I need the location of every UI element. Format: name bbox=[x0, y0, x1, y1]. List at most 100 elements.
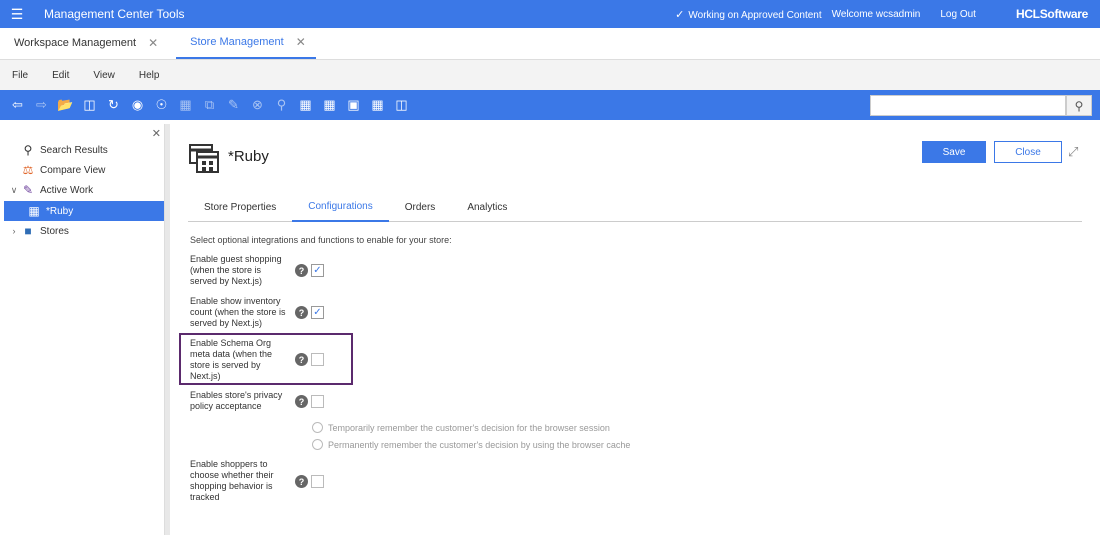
refresh-icon[interactable]: ↻ bbox=[104, 96, 123, 115]
store-calendar-icon[interactable]: ▦ bbox=[296, 96, 315, 115]
radio-label: Temporarily remember the customer's deci… bbox=[328, 422, 610, 433]
close-button[interactable]: Close bbox=[994, 141, 1062, 163]
brand-logo: HCLSoftware bbox=[1015, 7, 1088, 21]
help-icon[interactable]: ? bbox=[295, 264, 308, 277]
option-label: Enable Schema Org meta data (when the st… bbox=[190, 338, 290, 382]
radio-label: Permanently remember the customer's deci… bbox=[328, 439, 631, 450]
paste-icon[interactable]: ✎ bbox=[224, 96, 243, 115]
radio-option-session[interactable]: Temporarily remember the customer's deci… bbox=[312, 422, 610, 433]
tab-store-management[interactable]: Store Management ✕ bbox=[176, 27, 316, 59]
label-line: store is served by bbox=[190, 360, 261, 370]
tab-label: Workspace Management bbox=[14, 37, 137, 49]
help-icon[interactable]: ? bbox=[295, 353, 308, 366]
close-tab-icon[interactable]: ✕ bbox=[296, 35, 306, 49]
toolbar: ⇦ ⇨ 📂 ◫ ↻ ◉ ☉ ▦ ⧉ ✎ ⊗ ⚲ ▦ ▦ ▣ ▦ ◫ ⚲ bbox=[0, 90, 1100, 120]
store-icon: ▦ bbox=[28, 204, 40, 218]
grid-icon[interactable]: ▦ bbox=[368, 96, 387, 115]
cancel-icon[interactable]: ⊗ bbox=[248, 96, 267, 115]
status-text: Working on Approved Content bbox=[688, 9, 822, 21]
label-line: meta data (when the bbox=[190, 349, 273, 359]
menu-help[interactable]: Help bbox=[139, 70, 160, 81]
globe-icon[interactable]: ☉ bbox=[152, 96, 171, 115]
hamburger-menu-icon[interactable]: ☰ bbox=[2, 6, 32, 23]
navigator-panel: ✕ ⚲ Search Results ⚖ Compare View ∨ ✎ Ac… bbox=[4, 124, 165, 535]
save-button[interactable]: Save bbox=[922, 141, 986, 163]
forward-icon[interactable]: ⇨ bbox=[32, 96, 51, 115]
maximize-icon[interactable]: ⤢ bbox=[1068, 144, 1078, 160]
chevron-right-icon[interactable]: › bbox=[8, 226, 20, 236]
label-line: (when the store is bbox=[190, 265, 262, 275]
help-icon[interactable]: ? bbox=[295, 306, 308, 319]
check-icon: ✓ bbox=[675, 8, 685, 21]
nav-label: Active Work bbox=[40, 184, 94, 196]
store-editor: *Ruby Save Close ⤢ Store Properties Conf… bbox=[170, 124, 1100, 535]
nav-stores[interactable]: › ■ Stores bbox=[4, 221, 164, 241]
chevron-down-icon[interactable]: ∨ bbox=[8, 185, 20, 196]
tab-analytics[interactable]: Analytics bbox=[451, 192, 523, 222]
option-label: Enables store's privacy policy acceptanc… bbox=[190, 390, 290, 412]
search-input[interactable] bbox=[870, 95, 1066, 116]
nav-label: Stores bbox=[40, 225, 69, 237]
folder-icon: ■ bbox=[24, 224, 32, 238]
open-folder-icon[interactable]: 📂 bbox=[56, 96, 75, 115]
scale-icon: ⚖ bbox=[22, 163, 34, 177]
nav-search-results[interactable]: ⚲ Search Results bbox=[4, 140, 164, 160]
tab-store-properties[interactable]: Store Properties bbox=[188, 192, 292, 222]
nav-label: Compare View bbox=[40, 164, 106, 176]
label-line: Enable show inventory bbox=[190, 296, 281, 306]
label-line: choose whether their bbox=[190, 470, 274, 480]
logout-link[interactable]: Log Out bbox=[940, 9, 976, 20]
nav-label: Search Results bbox=[40, 144, 108, 156]
tracking-choice-checkbox[interactable] bbox=[311, 475, 324, 488]
back-icon[interactable]: ⇦ bbox=[8, 96, 27, 115]
guest-shopping-checkbox[interactable]: ✓ bbox=[311, 264, 324, 277]
columns-icon[interactable]: ▦ bbox=[176, 96, 195, 115]
privacy-policy-checkbox[interactable] bbox=[311, 395, 324, 408]
store-icon bbox=[189, 144, 219, 173]
label-line: served by Next.js) bbox=[190, 318, 263, 328]
search-icon[interactable]: ⚲ bbox=[1066, 95, 1092, 116]
store-preview-icon[interactable]: ▣ bbox=[344, 96, 363, 115]
nav-ruby-store[interactable]: ▦ *Ruby bbox=[4, 201, 164, 221]
tab-workspace-management[interactable]: Workspace Management ✕ bbox=[0, 27, 168, 59]
workspace-tab-bar: Workspace Management ✕ Store Management … bbox=[0, 28, 1100, 60]
label-line: policy acceptance bbox=[190, 401, 262, 411]
menu-edit[interactable]: Edit bbox=[52, 70, 69, 81]
intro-text: Select optional integrations and functio… bbox=[190, 235, 452, 245]
split-icon[interactable]: ◫ bbox=[392, 96, 411, 115]
tab-configurations[interactable]: Configurations bbox=[292, 192, 389, 222]
page-title: *Ruby bbox=[228, 148, 269, 165]
radio-option-cache[interactable]: Permanently remember the customer's deci… bbox=[312, 439, 630, 450]
label-line: count (when the store is bbox=[190, 307, 286, 317]
save-icon[interactable]: ◫ bbox=[80, 96, 99, 115]
copy-icon[interactable]: ⧉ bbox=[200, 96, 219, 115]
menu-view[interactable]: View bbox=[93, 70, 115, 81]
option-label: Enable guest shopping (when the store is… bbox=[190, 254, 290, 287]
label-line: shopping behavior is bbox=[190, 481, 273, 491]
find-icon[interactable]: ⚲ bbox=[272, 96, 291, 115]
close-tab-icon[interactable]: ✕ bbox=[148, 36, 158, 50]
nav-compare-view[interactable]: ⚖ Compare View bbox=[4, 160, 164, 180]
pencil-icon: ✎ bbox=[22, 183, 34, 197]
label-line: tracked bbox=[190, 492, 220, 502]
schema-org-checkbox[interactable] bbox=[311, 353, 324, 366]
nav-active-work[interactable]: ∨ ✎ Active Work bbox=[4, 180, 164, 200]
search-icon: ⚲ bbox=[23, 143, 33, 157]
label-line: Enable guest shopping bbox=[190, 254, 282, 264]
option-label: Enable shoppers to choose whether their … bbox=[190, 459, 290, 503]
help-icon[interactable]: ? bbox=[295, 475, 308, 488]
store-edit-icon[interactable]: ▦ bbox=[320, 96, 339, 115]
tab-label: Store Management bbox=[190, 36, 284, 48]
tab-orders[interactable]: Orders bbox=[389, 192, 452, 222]
status-indicator: ✓ Working on Approved Content bbox=[675, 8, 821, 21]
close-panel-icon[interactable]: ✕ bbox=[152, 127, 161, 140]
label-line: Enable shoppers to bbox=[190, 459, 268, 469]
label-line: Enable Schema Org bbox=[190, 338, 272, 348]
show-inventory-checkbox[interactable]: ✓ bbox=[311, 306, 324, 319]
radio-button[interactable] bbox=[312, 422, 323, 433]
help-icon[interactable]: ? bbox=[295, 395, 308, 408]
menu-file[interactable]: File bbox=[12, 70, 28, 81]
stop-icon[interactable]: ◉ bbox=[128, 96, 147, 115]
radio-button[interactable] bbox=[312, 439, 323, 450]
label-line: Next.js) bbox=[190, 371, 221, 381]
